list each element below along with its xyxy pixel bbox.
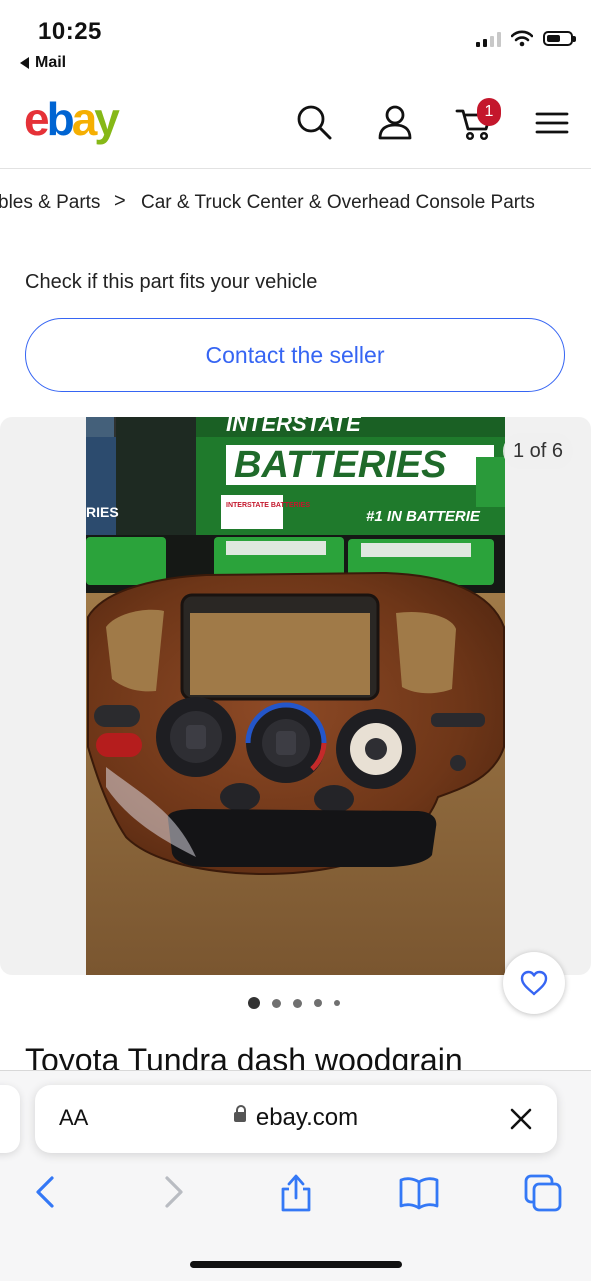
image-counter: 1 of 6 — [503, 433, 573, 469]
pagination-dot[interactable] — [293, 998, 302, 1008]
tagline-text: #1 IN BATTERIE — [366, 508, 481, 525]
product-photo[interactable]: INTERSTATE BATTERIES RIES INTERSTATE BAT… — [86, 417, 505, 975]
bookmarks-icon[interactable] — [397, 1172, 441, 1212]
previous-tab-edge[interactable] — [0, 1085, 20, 1153]
wifi-icon — [511, 30, 533, 47]
breadcrumb-item-console-parts[interactable]: Car & Truck Center & Overhead Console Pa… — [141, 192, 535, 214]
image-gallery[interactable]: INTERSTATE BATTERIES RIES INTERSTATE BAT… — [0, 417, 591, 975]
tabs-icon[interactable] — [522, 1172, 566, 1212]
cellular-signal-icon — [476, 31, 501, 47]
search-icon[interactable] — [294, 102, 334, 142]
home-indicator — [190, 1261, 402, 1268]
account-icon[interactable] — [375, 102, 415, 142]
fitment-prompt: Check if this part fits your vehicle — [25, 271, 318, 293]
breadcrumb: bles & Parts > Car & Truck Center & Over… — [0, 190, 591, 220]
banner-main-text: BATTERIES — [234, 444, 447, 486]
back-triangle-icon — [20, 57, 29, 69]
back-to-mail[interactable]: Mail — [20, 54, 66, 72]
heart-icon — [520, 970, 548, 996]
back-app-label: Mail — [35, 54, 67, 71]
banner-top-text: INTERSTATE — [226, 417, 362, 436]
breadcrumb-item-parts[interactable]: bles & Parts — [0, 192, 100, 214]
lock-icon — [233, 1104, 246, 1122]
status-icons — [476, 30, 576, 47]
small-logo-text: INTERSTATE BATTERIES — [226, 502, 310, 509]
site-header: ebay 1 — [0, 82, 591, 169]
banner-left-text: RIES — [86, 504, 119, 520]
breadcrumb-separator-icon: > — [114, 190, 126, 212]
status-bar: 10:25 Mail — [0, 0, 591, 82]
url-field[interactable]: ebay.com — [35, 1104, 557, 1132]
contact-seller-button[interactable]: Contact the seller — [25, 318, 565, 392]
pagination-dot[interactable] — [334, 1000, 340, 1006]
pagination-dot[interactable] — [314, 999, 322, 1007]
battery-icon — [543, 31, 576, 46]
address-bar[interactable]: AA ebay.com — [35, 1085, 557, 1153]
close-icon[interactable] — [507, 1105, 535, 1133]
share-icon[interactable] — [274, 1172, 318, 1212]
back-chevron-icon[interactable] — [24, 1172, 68, 1212]
gallery-pagination-dots — [248, 997, 340, 1009]
menu-icon[interactable] — [532, 102, 572, 142]
url-domain: ebay.com — [255, 1104, 359, 1131]
watchlist-button[interactable] — [503, 952, 565, 1014]
pagination-dot[interactable] — [272, 998, 281, 1008]
cart-count-badge: 1 — [477, 98, 501, 126]
dash-bezel-photo: INTERSTATE BATTERIES RIES INTERSTATE BAT… — [86, 417, 505, 975]
status-time: 10:25 — [38, 18, 102, 45]
forward-chevron-icon[interactable] — [151, 1172, 195, 1212]
pagination-dot-active[interactable] — [248, 997, 260, 1009]
ebay-logo[interactable]: ebay — [24, 96, 120, 142]
